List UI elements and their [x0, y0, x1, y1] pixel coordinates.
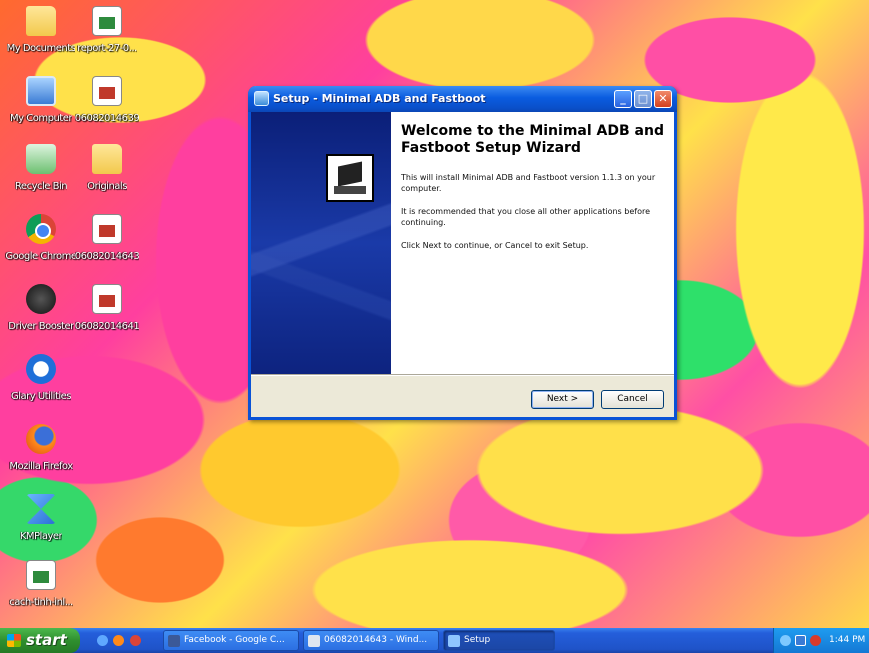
recycle-bin-icon	[26, 144, 56, 174]
desktop-icon-label: Google Chrome	[5, 251, 77, 262]
taskbar-item-label: Facebook - Google C...	[184, 635, 285, 645]
desktop-icon-label: Driver Booster	[8, 321, 74, 332]
taskbar-item-label: 06082014643 - Wind...	[324, 635, 428, 645]
excel-file-icon	[92, 6, 122, 36]
desktop-icon-06082014643[interactable]: 06082014643	[68, 214, 146, 266]
quicklaunch-firefox-icon[interactable]	[113, 635, 124, 646]
folder-icon	[92, 144, 122, 174]
chrome-icon	[168, 635, 180, 647]
desktop-icon-label: report-27-0...	[77, 43, 137, 54]
desktop-icon-label: KMPlayer	[19, 531, 63, 542]
computer-icon	[26, 76, 56, 106]
folder-icon	[26, 6, 56, 36]
desktop-icon-label: Mozilla Firefox	[9, 461, 73, 472]
desktop-icon-report[interactable]: report-27-0...	[68, 6, 146, 58]
desktop-icon-label: My Computer	[10, 113, 72, 124]
wizard-heading: Welcome to the Minimal ADB and Fastboot …	[401, 123, 664, 156]
network-icon[interactable]	[780, 635, 791, 646]
desktop-icon-label: Recycle Bin	[14, 181, 68, 192]
excel-file-icon	[26, 560, 56, 590]
desktop-icon-glary-utilities[interactable]: Glary Utilities	[2, 354, 80, 406]
dialog-separator	[251, 374, 674, 376]
setup-dialog: Setup - Minimal ADB and Fastboot _ □ ✕ W…	[248, 86, 677, 420]
installer-computer-icon	[326, 154, 374, 202]
desktop-icon-label: Originals	[87, 181, 127, 192]
kmplayer-icon	[26, 494, 56, 524]
driver-booster-icon	[26, 284, 56, 314]
glary-utilities-icon	[26, 354, 56, 384]
quicklaunch-chrome-icon[interactable]	[130, 635, 141, 646]
taskbar-item-label: Setup	[464, 635, 491, 645]
clock[interactable]: 1:44 PM	[829, 628, 865, 653]
desktop-icon-label: My Documents	[6, 43, 76, 54]
desktop-icon-label: 06082014639	[74, 113, 140, 124]
desktop-icon-label: Glary Utilities	[11, 391, 71, 402]
desktop-icon-cach-tinh[interactable]: cach-tinh-inl...	[2, 560, 80, 612]
image-viewer-icon	[308, 635, 320, 647]
desktop-icon-originals[interactable]: Originals	[68, 144, 146, 196]
start-button[interactable]: start	[0, 628, 80, 653]
cancel-button[interactable]: Cancel	[601, 390, 664, 409]
next-button[interactable]: Next >	[531, 390, 594, 409]
desktop-icon-mozilla-firefox[interactable]: Mozilla Firefox	[2, 424, 80, 476]
desktop-icon-label: 06082014641	[74, 321, 140, 332]
setup-icon	[448, 635, 460, 647]
antivirus-icon[interactable]	[810, 635, 821, 646]
document-icon	[92, 284, 122, 314]
windows-logo-icon	[7, 634, 21, 647]
taskbar-item-setup[interactable]: Setup	[443, 630, 555, 651]
system-tray: 1:44 PM	[773, 628, 869, 653]
wizard-text-install: This will install Minimal ADB and Fastbo…	[401, 173, 656, 193]
wizard-text-recommend: It is recommended that you close all oth…	[401, 207, 651, 227]
start-label: start	[26, 631, 67, 649]
desktop-icon-label: 06082014643	[74, 251, 140, 262]
firefox-icon	[26, 424, 56, 454]
wizard-text-continue: Click Next to continue, or Cancel to exi…	[401, 241, 589, 250]
dialog-title: Setup - Minimal ADB and Fastboot	[273, 92, 486, 105]
maximize-button[interactable]: □	[634, 90, 652, 108]
wizard-content: Welcome to the Minimal ADB and Fastboot …	[391, 112, 674, 374]
document-icon	[92, 76, 122, 106]
desktop-icon-06082014641[interactable]: 06082014641	[68, 284, 146, 336]
setup-icon	[254, 91, 269, 106]
desktop-icon-label: cach-tinh-inl...	[9, 597, 73, 608]
close-button[interactable]: ✕	[654, 90, 672, 108]
taskbar: start Facebook - Google C... 06082014643…	[0, 628, 869, 653]
chrome-icon	[26, 214, 56, 244]
dialog-titlebar[interactable]: Setup - Minimal ADB and Fastboot _ □ ✕	[248, 86, 677, 112]
document-icon	[92, 214, 122, 244]
desktop-icon-kmplayer[interactable]: KMPlayer	[2, 494, 80, 546]
wizard-side-panel	[251, 112, 391, 374]
taskbar-item-facebook[interactable]: Facebook - Google C...	[163, 630, 299, 651]
quicklaunch-ie-icon[interactable]	[97, 635, 108, 646]
desktop-icon-06082014639[interactable]: 06082014639	[68, 76, 146, 128]
taskbar-item-photo-viewer[interactable]: 06082014643 - Wind...	[303, 630, 439, 651]
minimize-button[interactable]: _	[614, 90, 632, 108]
shield-icon[interactable]	[795, 635, 806, 646]
